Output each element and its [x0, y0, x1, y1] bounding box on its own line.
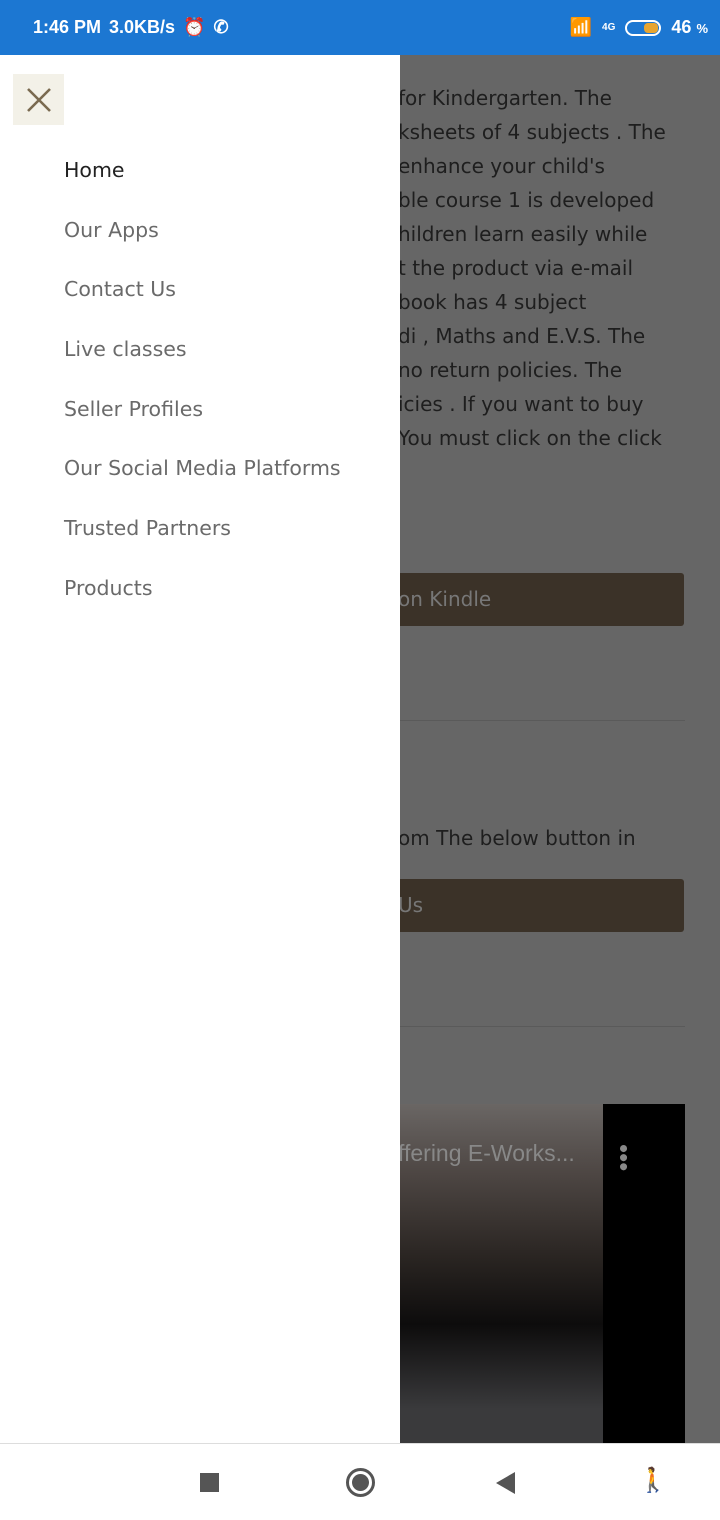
background-text-line: icies . If you want to buy: [398, 392, 644, 416]
background-text-line: di , Maths and E.V.S. The: [398, 324, 646, 348]
contact-button[interactable]: Us: [398, 879, 684, 932]
menu-item-seller-profiles[interactable]: Seller Profiles: [64, 397, 341, 457]
menu-item-our-apps[interactable]: Our Apps: [64, 218, 341, 278]
battery-icon: [625, 19, 662, 36]
menu-item-products[interactable]: Products: [64, 576, 341, 636]
accessibility-icon[interactable]: 🚶: [638, 1466, 668, 1495]
navigation-drawer: Home Our Apps Contact Us Live classes Seller…: [0, 55, 400, 1443]
alarm-icon: ⏰: [183, 17, 206, 37]
background-text-line: You must click on the click: [398, 426, 662, 450]
battery-level: 46: [671, 17, 692, 37]
menu-item-live-classes[interactable]: Live classes: [64, 337, 341, 397]
background-text-line: hildren learn easily while: [398, 222, 648, 246]
video-player[interactable]: ffering E-Works... •••: [398, 1104, 685, 1443]
background-text-line: ble course 1 is developed: [398, 188, 655, 212]
home-button[interactable]: [346, 1468, 375, 1497]
drawer-menu: Home Our Apps Contact Us Live classes Seller…: [64, 158, 341, 636]
close-button[interactable]: [13, 74, 64, 125]
background-text-line: t the product via e-mail: [398, 256, 634, 280]
video-title: ffering E-Works...: [398, 1140, 575, 1166]
menu-item-contact-us[interactable]: Contact Us: [64, 277, 341, 337]
recents-button[interactable]: [200, 1473, 219, 1492]
menu-item-home[interactable]: Home: [64, 158, 341, 218]
clock: 1:46 PM: [33, 17, 102, 37]
network-speed: 3.0KB/s: [109, 17, 176, 37]
divider: [398, 720, 685, 721]
divider: [398, 1026, 685, 1027]
system-nav-bar: 🚶: [0, 1443, 720, 1520]
kindle-button[interactable]: on Kindle: [398, 573, 684, 626]
background-text: om The below button in: [398, 826, 636, 850]
close-icon: [26, 87, 51, 112]
wifi-icon: 📶: [569, 17, 593, 37]
more-options-icon[interactable]: •••: [609, 1144, 639, 1171]
background-text-line: enhance your child's: [398, 154, 605, 178]
background-text-line: book has 4 subject: [398, 290, 587, 314]
background-text-line: for Kindergarten. The: [398, 86, 612, 110]
menu-item-our-social-media-platforms[interactable]: Our Social Media Platforms: [64, 456, 341, 516]
background-text-line: ksheets of 4 subjects . The: [398, 120, 666, 144]
menu-item-trusted-partners[interactable]: Trusted Partners: [64, 516, 341, 576]
status-bar: 1:46 PM 3.0KB/s ⏰ ✆ 📶 4G 46 %: [0, 0, 720, 55]
battery-unit: %: [696, 21, 708, 36]
background-text-line: no return policies. The: [398, 358, 623, 382]
signal-icon: 4G: [602, 22, 616, 33]
back-button[interactable]: [496, 1472, 515, 1494]
whatsapp-icon: ✆: [213, 17, 229, 37]
